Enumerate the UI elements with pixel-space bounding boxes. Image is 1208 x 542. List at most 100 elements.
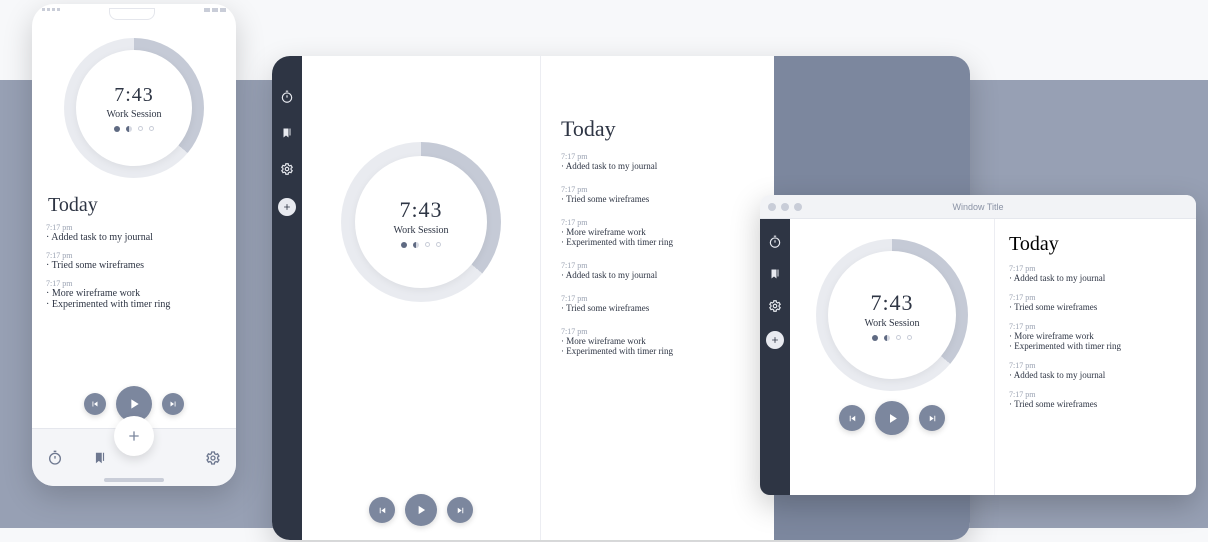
timer-page-dots (864, 335, 919, 341)
timer-time: 7:43 (864, 290, 919, 316)
timer-time: 7:43 (393, 197, 448, 223)
entry-text: · More wireframe work (46, 288, 222, 299)
nav-journal[interactable] (91, 449, 109, 467)
skip-forward-icon (168, 399, 178, 409)
stopwatch-icon (280, 90, 294, 104)
sidebar-item-settings[interactable] (280, 162, 294, 176)
entry-text: · Experimented with timer ring (46, 299, 222, 310)
journal-entry[interactable]: 7:17 pm· Tried some wireframes (1009, 390, 1182, 409)
play-button[interactable] (405, 494, 437, 526)
phone-statusbar (32, 4, 236, 26)
timer-time: 7:43 (106, 84, 161, 107)
journal-entry[interactable]: 7:17 pm· Tried some wireframes (46, 251, 222, 271)
timer-label: Work Session (106, 109, 161, 120)
plus-icon (126, 428, 142, 444)
prev-button[interactable] (839, 405, 865, 431)
bookmark-icon (281, 127, 293, 139)
timer-ring[interactable]: 7:43 Work Session (816, 239, 968, 391)
journal-entry[interactable]: 7:17 pm· More wireframe work· Experiment… (561, 218, 750, 247)
timer-ring[interactable]: 7:43 Work Session (341, 142, 501, 302)
journal-entry[interactable]: 7:17 pm· Added task to my journal (1009, 264, 1182, 283)
nav-timer[interactable] (46, 449, 64, 467)
journal-pane: Today 7:17 pm· Added task to my journal7… (540, 56, 774, 540)
gear-icon (768, 299, 782, 313)
entry-time: 7:17 pm (561, 218, 750, 227)
prev-button[interactable] (369, 497, 395, 523)
entry-time: 7:17 pm (1009, 293, 1182, 302)
plus-icon (770, 335, 780, 345)
skip-back-icon (377, 505, 388, 516)
entry-time: 7:17 pm (46, 251, 222, 260)
entry-text: · Tried some wireframes (46, 260, 222, 271)
bookmark-icon (769, 268, 781, 280)
media-controls (302, 494, 540, 526)
journal-entry[interactable]: 7:17 pm· Added task to my journal (561, 261, 750, 280)
sidebar-item-journal[interactable] (768, 267, 782, 281)
timer-pane: 7:43 Work Session (790, 219, 994, 495)
today-heading: Today (561, 116, 750, 142)
entry-time: 7:17 pm (561, 294, 750, 303)
entry-time: 7:17 pm (1009, 361, 1182, 370)
entry-text: · Experimented with timer ring (1009, 341, 1182, 351)
entry-time: 7:17 pm (561, 261, 750, 270)
entry-text: · More wireframe work (561, 227, 750, 237)
add-button[interactable] (114, 416, 154, 456)
next-button[interactable] (919, 405, 945, 431)
journal-list: 7:17 pm· Added task to my journal7:17 pm… (561, 152, 750, 356)
sidebar-add-button[interactable] (278, 198, 296, 216)
entry-text: · Added task to my journal (1009, 273, 1182, 283)
gear-icon (280, 162, 294, 176)
timer-ring[interactable]: 7:43 Work Session (64, 38, 204, 178)
sidebar-item-settings[interactable] (768, 299, 782, 313)
entry-text: · Experimented with timer ring (561, 346, 750, 356)
journal-entry[interactable]: 7:17 pm· More wireframe work· Experiment… (561, 327, 750, 356)
sidebar-add-button[interactable] (766, 331, 784, 349)
nav-settings[interactable] (204, 449, 222, 467)
media-controls (794, 401, 990, 435)
sidebar-item-timer[interactable] (280, 90, 294, 104)
journal-entry[interactable]: 7:17 pm· More wireframe work· Experiment… (46, 279, 222, 310)
prev-button[interactable] (84, 393, 106, 415)
window-titlebar[interactable]: Window Title (760, 195, 1196, 219)
entry-text: · Added task to my journal (561, 270, 750, 280)
entry-time: 7:17 pm (1009, 264, 1182, 273)
entry-text: · Added task to my journal (1009, 370, 1182, 380)
next-button[interactable] (162, 393, 184, 415)
journal-entry[interactable]: 7:17 pm· Added task to my journal (46, 223, 222, 243)
journal-list: 7:17 pm· Added task to my journal7:17 pm… (1009, 264, 1182, 409)
sidebar-item-timer[interactable] (768, 235, 782, 249)
bookmark-icon (93, 451, 107, 465)
phone-mockup: 7:43 Work Session Today 7:17 pm· Added t… (32, 4, 236, 486)
desktop-window: Window Title 7:43 Work Session (760, 195, 1196, 495)
sidebar-item-journal[interactable] (280, 126, 294, 140)
entry-text: · Added task to my journal (561, 161, 750, 171)
play-button[interactable] (875, 401, 909, 435)
journal-entry[interactable]: 7:17 pm· More wireframe work· Experiment… (1009, 322, 1182, 351)
skip-back-icon (90, 399, 100, 409)
journal-entry[interactable]: 7:17 pm· Tried some wireframes (561, 185, 750, 204)
today-heading: Today (48, 194, 222, 217)
sidebar (272, 56, 302, 540)
gear-icon (205, 450, 221, 466)
stopwatch-icon (47, 450, 63, 466)
journal-entry[interactable]: 7:17 pm· Added task to my journal (561, 152, 750, 171)
entry-time: 7:17 pm (561, 185, 750, 194)
play-icon (414, 503, 428, 517)
entry-time: 7:17 pm (1009, 390, 1182, 399)
skip-forward-icon (455, 505, 466, 516)
timer-page-dots (393, 242, 448, 248)
timer-pane: 7:43 Work Session (302, 56, 540, 540)
sidebar (760, 219, 790, 495)
play-icon (885, 411, 900, 426)
next-button[interactable] (447, 497, 473, 523)
journal-entry[interactable]: 7:17 pm· Tried some wireframes (1009, 293, 1182, 312)
entry-text: · Added task to my journal (46, 232, 222, 243)
journal-pane: Today 7:17 pm· Added task to my journal7… (994, 219, 1196, 495)
timer-label: Work Session (864, 318, 919, 329)
skip-back-icon (847, 413, 858, 424)
journal-entry[interactable]: 7:17 pm· Tried some wireframes (561, 294, 750, 313)
entry-text: · Tried some wireframes (561, 303, 750, 313)
journal-entry[interactable]: 7:17 pm· Added task to my journal (1009, 361, 1182, 380)
entry-text: · Tried some wireframes (561, 194, 750, 204)
timer-label: Work Session (393, 225, 448, 236)
